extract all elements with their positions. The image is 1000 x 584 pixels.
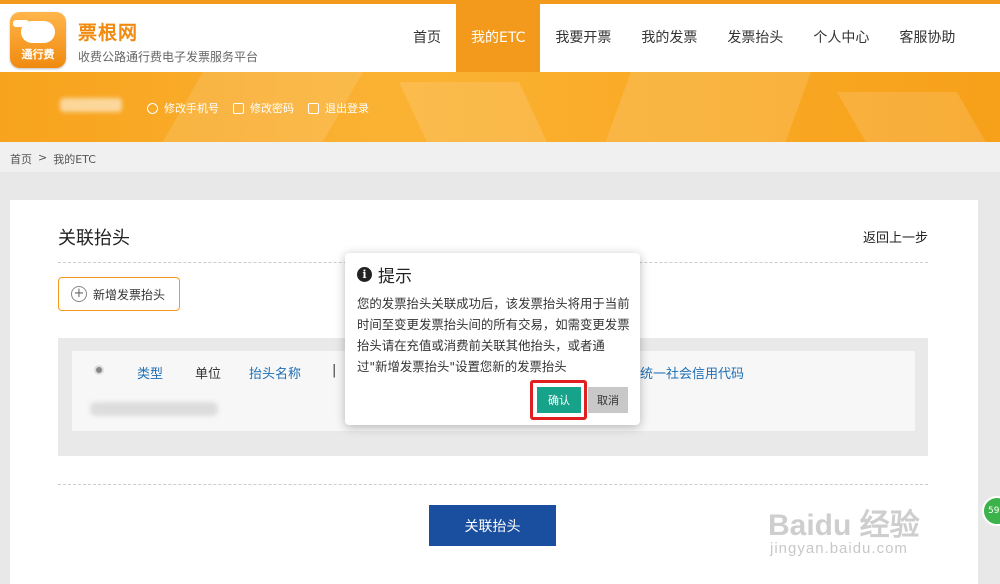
breadcrumb: 首页 > 我的ETC [10, 151, 96, 167]
col-unit: 单位 [195, 367, 222, 382]
nav-issue-invoice[interactable]: 我要开票 [540, 4, 626, 72]
logout-icon [308, 102, 319, 114]
divider [58, 484, 928, 485]
col-credit-code[interactable]: 统一社会信用代码 [640, 363, 744, 382]
username-blurred [60, 98, 122, 112]
plus-icon: + [71, 286, 87, 302]
logo-text: 通行费 [21, 48, 55, 61]
nav-customer-service[interactable]: 客服协助 [884, 4, 970, 72]
page-title: 关联抬头 [58, 228, 130, 249]
col-title-name[interactable]: 抬头名称 [249, 363, 301, 382]
brand-slogan: 收费公路通行费电子发票服务平台 [78, 50, 259, 64]
nav-invoice-title[interactable]: 发票抬头 [712, 4, 798, 72]
col-type[interactable]: 类型 [137, 363, 163, 382]
add-invoice-title-button[interactable]: + 新增发票抬头 [58, 277, 180, 311]
breadcrumb-separator: > [38, 151, 48, 164]
breadcrumb-home[interactable]: 首页 [10, 151, 32, 167]
nav-my-etc[interactable]: 我的ETC [456, 4, 541, 72]
nav-home[interactable]: 首页 [398, 4, 456, 72]
nav-my-invoices[interactable]: 我的发票 [626, 4, 712, 72]
nav-personal-center[interactable]: 个人中心 [798, 4, 884, 72]
link-title-button[interactable]: 关联抬头 [429, 505, 556, 546]
cancel-button[interactable]: 取消 [588, 387, 628, 413]
dialog-message: 您的发票抬头关联成功后，该发票抬头将用于当前时间至变更发票抬头间的所有交易，如需… [357, 296, 630, 374]
watermark-url: jingyan.baidu.com [770, 540, 908, 557]
breadcrumb-current: 我的ETC [53, 153, 96, 166]
brand-name: 票根网 [78, 22, 139, 44]
dialog-title: i 提示 [357, 262, 412, 287]
add-invoice-title-label: 新增发票抬头 [93, 287, 166, 302]
row-value-blurred [90, 402, 218, 416]
info-icon: i [357, 267, 372, 282]
confirm-button[interactable]: 确认 [537, 387, 581, 413]
user-banner: 修改手机号 修改密码 退出登录 [0, 72, 1000, 142]
baidu-watermark: Baidu 经验 [768, 509, 920, 542]
change-password-link[interactable]: 修改密码 [233, 100, 294, 116]
logo[interactable]: 通行费 [10, 12, 66, 68]
phone-icon [147, 102, 158, 114]
dialog-title-text: 提示 [378, 267, 412, 287]
back-link[interactable]: 返回上一步 [863, 227, 928, 246]
row-radio[interactable] [94, 365, 104, 375]
account-links: 修改手机号 修改密码 退出登录 [147, 100, 369, 116]
cloud-icon [21, 21, 55, 43]
lock-icon [233, 102, 244, 114]
change-phone-label: 修改手机号 [164, 102, 219, 115]
logout-label: 退出登录 [325, 102, 369, 115]
col-separator: | [332, 363, 337, 378]
change-phone-link[interactable]: 修改手机号 [147, 100, 219, 116]
main-nav: 首页 我的ETC 我要开票 我的发票 发票抬头 个人中心 客服协助 [398, 4, 970, 72]
logout-link[interactable]: 退出登录 [308, 100, 369, 116]
change-password-label: 修改密码 [250, 102, 294, 115]
